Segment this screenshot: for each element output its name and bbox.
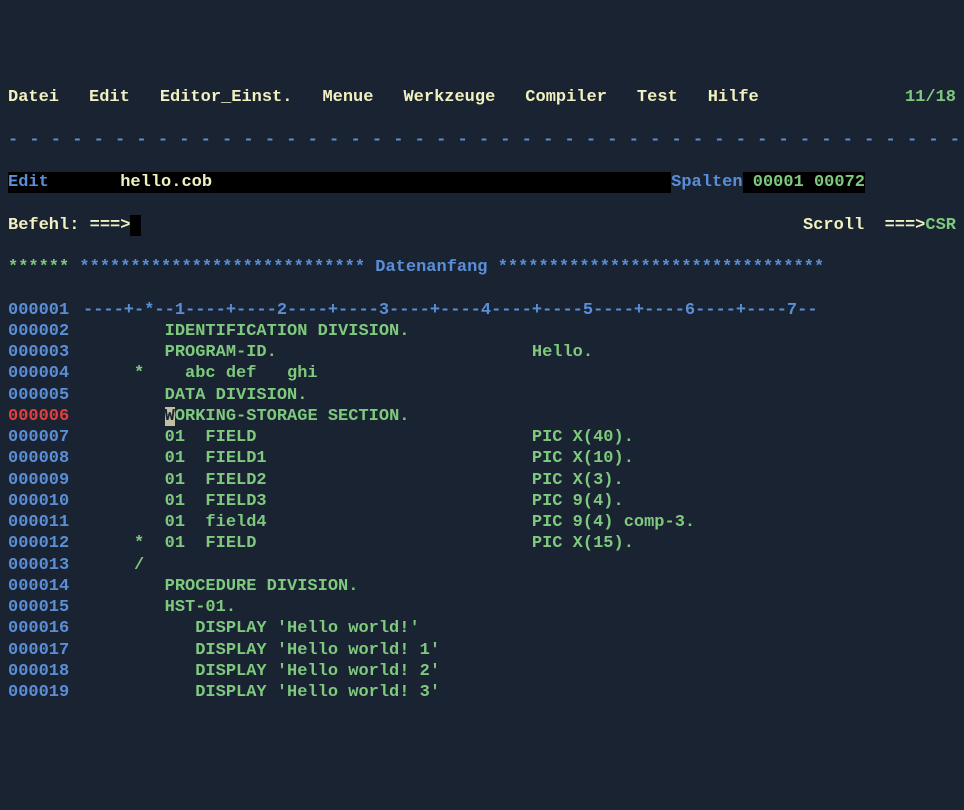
line-content[interactable]: DISPLAY 'Hello world! 3' xyxy=(83,682,440,703)
cols-label: Spalten xyxy=(671,172,742,193)
code-line[interactable]: 000013 / xyxy=(8,555,956,576)
line-content[interactable]: PROGRAM-ID. Hello. xyxy=(83,342,593,363)
menu-edit[interactable]: Edit xyxy=(89,87,130,108)
line-number: 000014 xyxy=(8,576,83,597)
status-row-file: Edit hello.cob Spalten 00001 00072 xyxy=(8,172,956,193)
line-content[interactable]: DISPLAY 'Hello world! 1' xyxy=(83,640,440,661)
line-number: 000015 xyxy=(8,597,83,618)
col-end: 00072 xyxy=(814,172,865,193)
line-number: 000003 xyxy=(8,342,83,363)
status-row-cmd: Befehl: ===> Scroll ===>CSR xyxy=(8,215,956,236)
code-line[interactable]: 000017 DISPLAY 'Hello world! 1' xyxy=(8,640,956,661)
line-number: 000007 xyxy=(8,427,83,448)
code-line[interactable]: 000011 01 field4 PIC 9(4) comp-3. xyxy=(8,512,956,533)
line-number: 000017 xyxy=(8,640,83,661)
cursor-position: 11/18 xyxy=(905,87,956,108)
code-line[interactable]: 000010 01 FIELD3 PIC 9(4). xyxy=(8,491,956,512)
code-line[interactable]: 000003 PROGRAM-ID. Hello. xyxy=(8,342,956,363)
scroll-label: Scroll ===> xyxy=(803,215,925,236)
code-line[interactable]: 000001----+-*--1----+----2----+----3----… xyxy=(8,300,956,321)
code-line[interactable]: 000002 IDENTIFICATION DIVISION. xyxy=(8,321,956,342)
line-content[interactable]: IDENTIFICATION DIVISION. xyxy=(83,321,409,342)
line-content[interactable]: ----+-*--1----+----2----+----3----+----4… xyxy=(83,300,818,321)
code-line[interactable]: 000014 PROCEDURE DIVISION. xyxy=(8,576,956,597)
top-of-data-marker: ****** **************************** Date… xyxy=(8,257,956,278)
line-content[interactable]: / xyxy=(83,555,144,576)
line-number: 000012 xyxy=(8,533,83,554)
line-number: 000004 xyxy=(8,363,83,384)
divider: - - - - - - - - - - - - - - - - - - - - … xyxy=(8,130,956,151)
code-line[interactable]: 000005 DATA DIVISION. xyxy=(8,385,956,406)
line-number: 000008 xyxy=(8,448,83,469)
menu-compiler[interactable]: Compiler xyxy=(525,87,607,108)
line-content[interactable]: 01 FIELD PIC X(40). xyxy=(83,427,634,448)
menu-bar: Datei Edit Editor_Einst. Menue Werkzeuge… xyxy=(8,87,956,108)
code-line[interactable]: 000018 DISPLAY 'Hello world! 2' xyxy=(8,661,956,682)
line-number: 000001 xyxy=(8,300,83,321)
code-line[interactable]: 000016 DISPLAY 'Hello world!' xyxy=(8,618,956,639)
scroll-value[interactable]: CSR xyxy=(925,215,956,236)
menu-test[interactable]: Test xyxy=(637,87,678,108)
text-cursor: W xyxy=(165,407,175,426)
filename: hello.cob xyxy=(120,172,212,193)
line-number: 000018 xyxy=(8,661,83,682)
line-content[interactable]: DISPLAY 'Hello world! 2' xyxy=(83,661,440,682)
line-content[interactable]: 01 field4 PIC 9(4) comp-3. xyxy=(83,512,695,533)
line-number: 000019 xyxy=(8,682,83,703)
line-content[interactable]: 01 FIELD3 PIC 9(4). xyxy=(83,491,624,512)
code-line[interactable]: 000012 * 01 FIELD PIC X(15). xyxy=(8,533,956,554)
code-line[interactable]: 000007 01 FIELD PIC X(40). xyxy=(8,427,956,448)
code-line[interactable]: 000015 HST-01. xyxy=(8,597,956,618)
line-content[interactable]: 01 FIELD2 PIC X(3). xyxy=(83,470,624,491)
code-line[interactable]: 000009 01 FIELD2 PIC X(3). xyxy=(8,470,956,491)
menu-datei[interactable]: Datei xyxy=(8,87,59,108)
code-line[interactable]: 000019 DISPLAY 'Hello world! 3' xyxy=(8,682,956,703)
menu-menue[interactable]: Menue xyxy=(322,87,373,108)
menu-werkzeuge[interactable]: Werkzeuge xyxy=(403,87,495,108)
line-content[interactable]: HST-01. xyxy=(83,597,236,618)
command-input[interactable] xyxy=(130,215,140,236)
line-content[interactable]: DATA DIVISION. xyxy=(83,385,307,406)
line-number: 000002 xyxy=(8,321,83,342)
line-content[interactable]: PROCEDURE DIVISION. xyxy=(83,576,358,597)
line-content[interactable]: * abc def ghi xyxy=(83,363,318,384)
line-content[interactable]: * 01 FIELD PIC X(15). xyxy=(83,533,634,554)
line-number: 000013 xyxy=(8,555,83,576)
code-editor-area[interactable]: 000001----+-*--1----+----2----+----3----… xyxy=(8,300,956,704)
line-number: 000009 xyxy=(8,470,83,491)
code-line[interactable]: 000006 WORKING-STORAGE SECTION. xyxy=(8,406,956,427)
menu-hilfe[interactable]: Hilfe xyxy=(708,87,759,108)
line-content[interactable]: WORKING-STORAGE SECTION. xyxy=(83,406,409,427)
line-content[interactable]: 01 FIELD1 PIC X(10). xyxy=(83,448,634,469)
line-number: 000005 xyxy=(8,385,83,406)
line-number: 000016 xyxy=(8,618,83,639)
line-number: 000011 xyxy=(8,512,83,533)
command-label: Befehl: ===> xyxy=(8,215,130,236)
line-number: 000010 xyxy=(8,491,83,512)
mode-label: Edit xyxy=(8,172,49,193)
code-line[interactable]: 000004 * abc def ghi xyxy=(8,363,956,384)
code-line[interactable]: 000008 01 FIELD1 PIC X(10). xyxy=(8,448,956,469)
col-start: 00001 xyxy=(753,172,804,193)
line-number: 000006 xyxy=(8,406,83,427)
menu-editor-einst[interactable]: Editor_Einst. xyxy=(160,87,293,108)
line-content[interactable]: DISPLAY 'Hello world!' xyxy=(83,618,420,639)
